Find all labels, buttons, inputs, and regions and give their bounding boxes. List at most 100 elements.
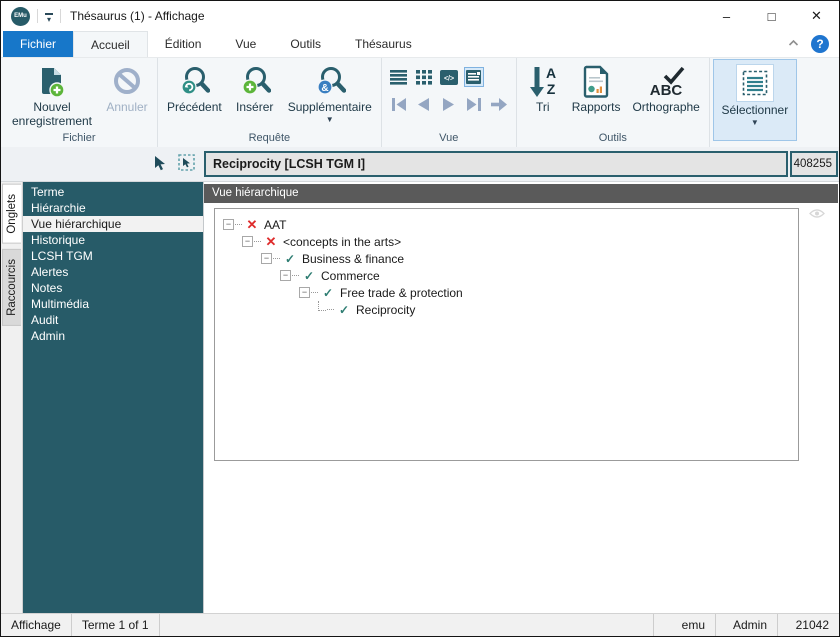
ribbon-group-outils: A Z Tri Rapports ABC Orthographe Outils	[517, 58, 710, 147]
status-right: emu Admin 21042	[653, 614, 839, 636]
tree-row[interactable]: − ✓ Commerce	[219, 267, 794, 284]
rejected-mark-icon: ✕	[265, 233, 277, 249]
tree-expand-toggle[interactable]: −	[223, 219, 234, 230]
select-button[interactable]: Sélectionner ▼	[712, 59, 797, 141]
ribbon-tab-row: Fichier Accueil Édition Vue Outils Thésa…	[1, 31, 839, 58]
undo-button[interactable]: Annuler	[100, 59, 154, 116]
tree-row[interactable]: − ✕ <concepts in the arts>	[219, 233, 794, 250]
pointer-icon[interactable]	[153, 155, 167, 174]
side-tab-strip: Onglets Raccourcis	[1, 182, 23, 613]
tree-expand-toggle[interactable]: −	[280, 270, 291, 281]
tree-row[interactable]: ✓ Reciprocity	[219, 301, 794, 318]
previous-query-button[interactable]: Précédent	[161, 59, 228, 116]
tree-row[interactable]: − ✓ Business & finance	[219, 250, 794, 267]
ribbon-group-vue: </> Vue	[382, 58, 517, 147]
title-bar: EMu ▾ Thésaurus (1) - Affichage – □ ✕	[1, 1, 839, 31]
record-summary-field[interactable]: Reciprocity [LCSH TGM I]	[204, 151, 788, 177]
help-button[interactable]: ?	[811, 35, 829, 53]
tab-accueil[interactable]: Accueil	[73, 31, 148, 57]
group-label-outils: Outils	[598, 132, 627, 144]
quick-access-dropdown-icon[interactable]: ▾	[45, 10, 53, 24]
form-view-icon[interactable]	[463, 67, 484, 87]
maximize-button[interactable]: □	[749, 1, 794, 31]
group-label-fichier: Fichier	[62, 132, 96, 144]
sidebar-item-audit[interactable]: Audit	[23, 312, 203, 328]
status-cell-affichage: Affichage	[1, 614, 72, 636]
side-tab-onglets[interactable]: Onglets	[2, 184, 21, 244]
tree-expand-toggle[interactable]: −	[242, 236, 253, 247]
spelling-button[interactable]: ABC Orthographe	[626, 59, 705, 116]
reports-button[interactable]: Rapports	[566, 59, 627, 116]
status-cell-admin: Admin	[715, 614, 777, 636]
sidebar-item-hi-rarchie[interactable]: Hiérarchie	[23, 200, 203, 216]
new-record-icon	[37, 63, 67, 99]
tree-row[interactable]: − ✕ AAT	[219, 216, 794, 233]
sidebar-item-multim-dia[interactable]: Multimédia	[23, 296, 203, 312]
panel-header: Vue hiérarchique	[204, 184, 838, 203]
status-bar: Affichage Terme 1 of 1 emu Admin 21042	[1, 613, 839, 636]
minimize-button[interactable]: –	[704, 1, 749, 31]
reports-icon	[583, 63, 610, 99]
svg-text:</>: </>	[444, 75, 454, 82]
insert-icon	[239, 63, 271, 99]
code-view-icon[interactable]: </>	[439, 67, 459, 87]
tab-thesaurus[interactable]: Thésaurus	[338, 31, 429, 57]
sidebar-item-notes[interactable]: Notes	[23, 280, 203, 296]
sidebar-item-vue-hi-rarchique[interactable]: Vue hiérarchique	[23, 216, 203, 232]
ribbon-group-fichier: Nouvel enregistrement Annuler Fichier	[1, 58, 158, 147]
tree-node-label: Commerce	[321, 268, 380, 283]
approved-check-icon: ✓	[303, 268, 315, 283]
tree-expand-toggle[interactable]: −	[299, 287, 310, 298]
approved-check-icon: ✓	[322, 285, 334, 300]
additional-query-button[interactable]: & Supplémentaire ▼	[282, 59, 378, 125]
list-view-icon[interactable]	[389, 67, 409, 87]
svg-text:A: A	[546, 65, 556, 81]
grid-view-icon[interactable]	[414, 67, 434, 87]
tree-connector	[235, 224, 242, 225]
sort-button[interactable]: A Z Tri	[520, 59, 566, 116]
tree-row[interactable]: − ✓ Free trade & protection	[219, 284, 794, 301]
emu-logo-icon: EMu	[11, 6, 30, 26]
sidebar-list: Terme Hiérarchie Vue hiérarchique Historiqu…	[23, 182, 204, 613]
undo-icon	[112, 63, 142, 99]
previous-query-icon	[178, 63, 211, 99]
first-record-icon[interactable]	[389, 94, 409, 114]
sidebar-item-admin[interactable]: Admin	[23, 328, 203, 344]
tree-connector	[292, 275, 299, 276]
tab-vue[interactable]: Vue	[218, 31, 273, 57]
ribbon: Nouvel enregistrement Annuler Fichier Pr…	[1, 58, 839, 147]
select-dropdown-caret-icon: ▼	[750, 117, 759, 127]
new-record-button[interactable]: Nouvel enregistrement	[4, 59, 100, 130]
group-label-vue: Vue	[439, 132, 459, 144]
select-pointer-icon[interactable]	[178, 154, 195, 174]
tree-connector	[273, 258, 280, 259]
goto-record-icon[interactable]	[489, 94, 509, 114]
close-button[interactable]: ✕	[794, 1, 839, 31]
tree: − ✕ AAT − ✕ <concepts in the arts> − ✓ Business …	[214, 208, 799, 461]
record-summary-row: Reciprocity [LCSH TGM I] 408255	[1, 147, 839, 181]
ribbon-group-selectionner: Sélectionner ▼	[710, 58, 800, 147]
tab-outils[interactable]: Outils	[273, 31, 338, 57]
side-tab-raccourcis[interactable]: Raccourcis	[2, 248, 21, 326]
collapse-ribbon-icon[interactable]	[788, 39, 799, 50]
previous-record-icon[interactable]	[414, 94, 434, 114]
tree-node-label: AAT	[264, 217, 287, 232]
last-record-icon[interactable]	[464, 94, 484, 114]
sidebar-item-terme[interactable]: Terme	[23, 184, 203, 200]
titlebar-separator	[60, 9, 61, 23]
tab-edition[interactable]: Édition	[148, 31, 219, 57]
svg-text:Z: Z	[546, 81, 555, 97]
record-irn-field[interactable]: 408255	[790, 151, 838, 177]
additional-query-icon: &	[314, 63, 346, 99]
tree-expand-toggle[interactable]: −	[261, 253, 272, 264]
sidebar-item-historique[interactable]: Historique	[23, 232, 203, 248]
tree-node-label: Free trade & protection	[340, 285, 463, 300]
insert-button[interactable]: Insérer	[228, 59, 282, 116]
tree-connector	[327, 309, 334, 310]
sidebar-item-lcsh-tgm[interactable]: LCSH TGM	[23, 248, 203, 264]
next-record-icon[interactable]	[439, 94, 459, 114]
app-window: EMu ▾ Thésaurus (1) - Affichage – □ ✕ Fi…	[0, 0, 840, 637]
tab-fichier[interactable]: Fichier	[3, 31, 74, 57]
sidebar-item-alertes[interactable]: Alertes	[23, 264, 203, 280]
eye-icon[interactable]	[809, 208, 825, 222]
